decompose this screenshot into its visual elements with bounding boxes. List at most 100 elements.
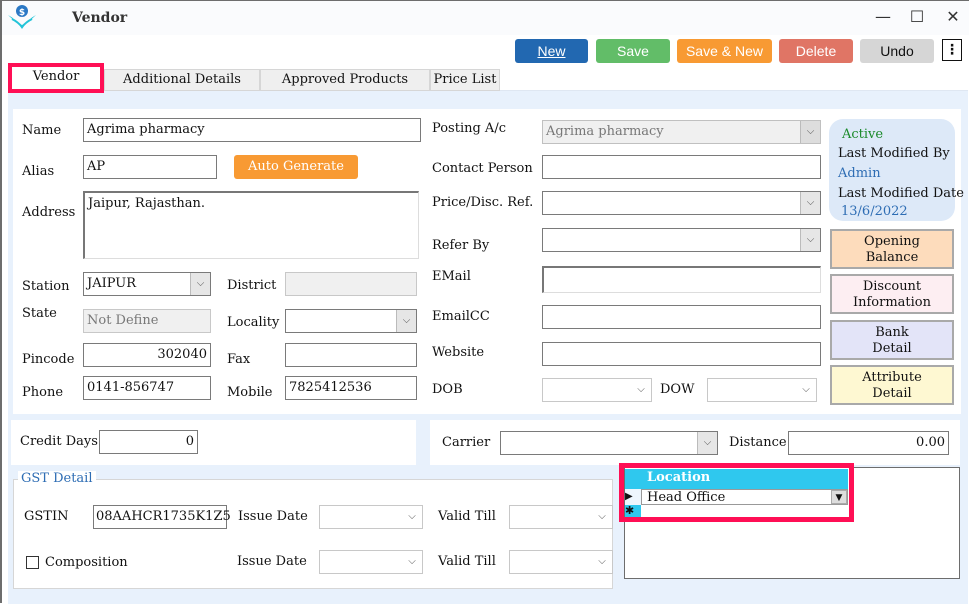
attribute-detail-line2: Detail xyxy=(872,386,912,401)
state-input[interactable]: Not Define xyxy=(83,309,211,333)
gst-issue-date-select[interactable]: ⌵ xyxy=(319,505,423,529)
email-input[interactable] xyxy=(542,266,821,293)
refer-by-select[interactable]: ⌵ xyxy=(542,228,821,252)
bank-detail-button[interactable]: Bank Detail xyxy=(830,320,954,360)
composition-issue-date-label: Issue Date xyxy=(237,554,307,569)
dob-select[interactable]: ⌵ xyxy=(542,378,652,402)
address-textarea[interactable]: Jaipur, Rajasthan. xyxy=(83,191,419,259)
delete-label: Delete xyxy=(795,43,837,59)
save-and-new-label: Save & New xyxy=(685,43,764,59)
chevron-down-icon: ⌵ xyxy=(190,273,210,295)
price-disc-ref-label: Price/Disc. Ref. xyxy=(432,195,534,210)
name-label: Name xyxy=(22,123,62,138)
tab-approved-products-label: Approved Products xyxy=(281,72,409,87)
posting-ac-value: Agrima pharmacy xyxy=(546,124,664,139)
chevron-down-icon: ⌵ xyxy=(631,379,651,401)
price-disc-ref-select[interactable]: ⌵ xyxy=(542,191,821,215)
undo-label: Undo xyxy=(880,43,914,59)
discount-information-line2: Information xyxy=(852,295,932,310)
auto-generate-button[interactable]: Auto Generate xyxy=(234,155,358,179)
chevron-down-icon: ⌵ xyxy=(697,432,717,454)
district-input[interactable] xyxy=(285,272,417,296)
address-label: Address xyxy=(22,205,76,220)
chevron-down-icon: ⌵ xyxy=(796,379,816,401)
chevron-down-icon: ⌵ xyxy=(402,506,422,528)
website-label: Website xyxy=(432,345,485,360)
chevron-down-icon: ⌵ xyxy=(800,121,820,143)
window-title: Vendor xyxy=(72,10,128,26)
new-button[interactable]: New xyxy=(515,39,588,63)
website-input[interactable] xyxy=(542,342,821,366)
emailcc-input[interactable] xyxy=(542,305,821,329)
alias-input[interactable]: AP xyxy=(83,155,217,179)
contact-person-label: Contact Person xyxy=(432,161,533,176)
opening-balance-button[interactable]: Opening Balance xyxy=(830,229,954,269)
posting-ac-label: Posting A/c xyxy=(432,121,506,136)
distance-label: Distance xyxy=(729,435,787,450)
phone-label: Phone xyxy=(22,385,64,400)
attribute-detail-button[interactable]: Attribute Detail xyxy=(830,365,954,405)
active-status: Active xyxy=(842,127,884,142)
chevron-down-icon: ⌵ xyxy=(800,192,820,214)
distance-input[interactable]: 0.00 xyxy=(788,431,949,455)
phone-input[interactable]: 0141-856747 xyxy=(83,376,211,400)
carrier-label: Carrier xyxy=(442,435,491,450)
location-row[interactable]: Head Office ▼ xyxy=(641,489,848,505)
name-input[interactable]: Agrima pharmacy xyxy=(83,118,421,142)
composition-issue-date-select[interactable]: ⌵ xyxy=(319,550,423,574)
gstin-label: GSTIN xyxy=(24,509,69,524)
gst-valid-till-select[interactable]: ⌵ xyxy=(509,505,613,529)
issue-date-label: Issue Date xyxy=(238,509,308,524)
location-dropdown-icon[interactable]: ▼ xyxy=(831,490,847,504)
fax-label: Fax xyxy=(227,352,251,367)
dow-select[interactable]: ⌵ xyxy=(707,378,817,402)
undo-button[interactable]: Undo xyxy=(860,39,934,63)
chevron-down-icon: ⌵ xyxy=(592,506,612,528)
mobile-input[interactable]: 7825412536 xyxy=(285,376,417,400)
credit-days-input[interactable]: 0 xyxy=(99,430,198,454)
app-logo-icon: $ xyxy=(6,3,38,31)
locality-label: Locality xyxy=(227,315,280,330)
pincode-input[interactable]: 302040 xyxy=(83,343,211,367)
tab-additional-details[interactable]: Additional Details xyxy=(104,69,260,91)
tab-price-list[interactable]: Price List xyxy=(430,69,500,91)
last-modified-date-value: 13/6/2022 xyxy=(841,204,908,219)
new-location-row[interactable] xyxy=(641,505,848,517)
close-button[interactable]: ✕ xyxy=(943,7,963,27)
contact-person-input[interactable] xyxy=(542,155,821,179)
title-bar xyxy=(2,1,969,35)
carrier-select[interactable]: ⌵ xyxy=(500,431,718,455)
composition-checkbox[interactable] xyxy=(26,556,39,569)
station-label: Station xyxy=(22,279,70,294)
save-button[interactable]: Save xyxy=(596,39,670,63)
new-label: New xyxy=(537,43,566,59)
minimize-button[interactable]: — xyxy=(873,7,893,27)
station-select[interactable]: JAIPUR ⌵ xyxy=(83,272,211,296)
tab-price-list-label: Price List xyxy=(433,72,497,87)
state-label: State xyxy=(22,306,57,321)
posting-ac-select[interactable]: Agrima pharmacy ⌵ xyxy=(542,120,821,144)
dow-label: DOW xyxy=(660,382,695,397)
tab-approved-products[interactable]: Approved Products xyxy=(260,69,430,91)
fax-input[interactable] xyxy=(285,343,417,367)
tab-vendor-label: Vendor xyxy=(32,69,80,84)
emailcc-label: EmailCC xyxy=(432,309,490,324)
maximize-button[interactable]: ☐ xyxy=(907,7,927,27)
location-grid: Location ▶ Head Office ▼ ✱ xyxy=(625,469,848,517)
chevron-down-icon: ⌵ xyxy=(396,310,416,332)
composition-valid-till-select[interactable]: ⌵ xyxy=(509,550,613,574)
more-options-icon[interactable]: ⋮ xyxy=(942,39,962,61)
tab-vendor[interactable]: Vendor xyxy=(8,63,104,93)
location-column-header[interactable]: Location xyxy=(647,470,710,485)
save-label: Save xyxy=(617,43,649,59)
save-and-new-button[interactable]: Save & New xyxy=(677,39,772,63)
delete-button[interactable]: Delete xyxy=(779,39,853,63)
gstin-input[interactable]: 08AAHCR1735K1Z5 xyxy=(93,505,231,529)
locality-select[interactable]: ⌵ xyxy=(285,309,417,333)
chevron-down-icon: ⌵ xyxy=(800,229,820,251)
email-label: EMail xyxy=(432,269,471,284)
attribute-detail-line1: Attribute xyxy=(862,370,922,385)
last-modified-by-value: Admin xyxy=(838,166,881,181)
discount-information-button[interactable]: Discount Information xyxy=(830,274,954,314)
chevron-down-icon: ⌵ xyxy=(592,551,612,573)
